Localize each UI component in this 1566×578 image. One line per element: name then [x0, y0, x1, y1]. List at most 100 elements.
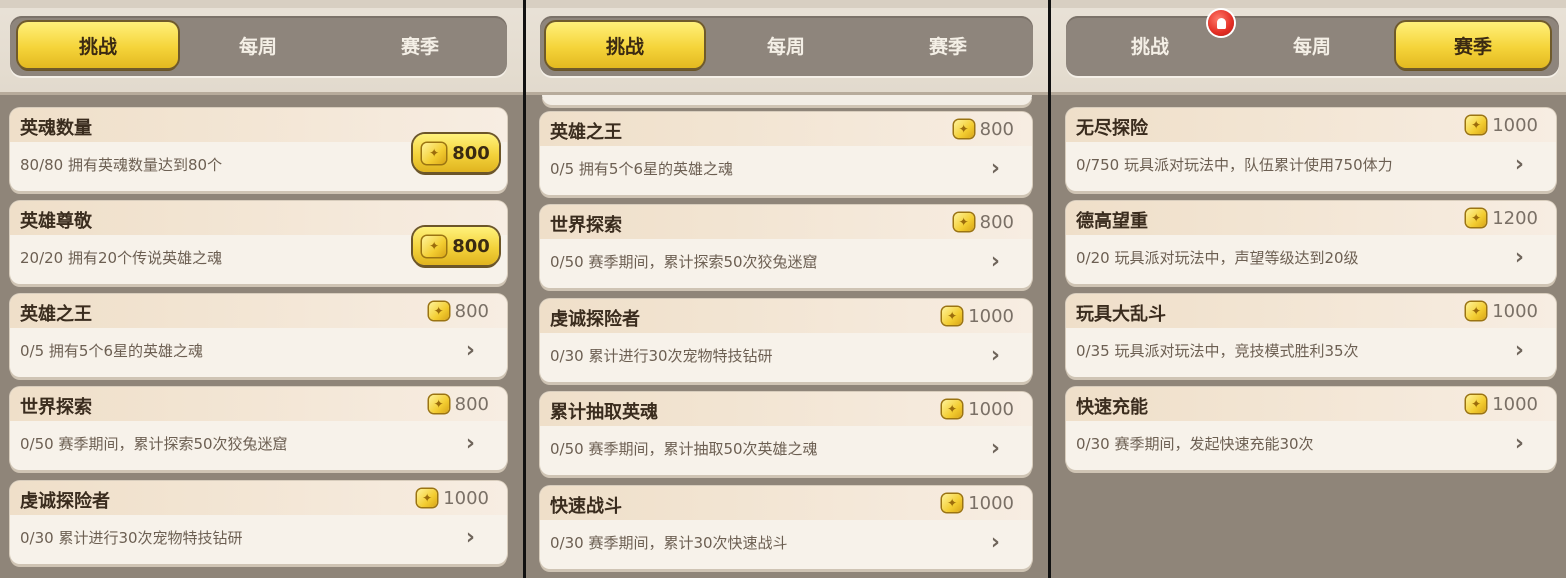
tab-bar: 挑战 每周 赛季 [540, 16, 1033, 76]
task-card: 英雄尊敬 20/20 拥有20个传说英雄之魂 ✦ 800 [10, 201, 507, 284]
task-progress: 0/35 玩具派对玩法中，竞技模式胜利35次 [1076, 342, 1359, 360]
task-title: 德高望重 [1076, 211, 1148, 232]
task-card[interactable]: 虔诚探险者 ✦ 1000 0/30 累计进行30次宠物特技钻研 › [10, 481, 507, 564]
task-title: 世界探索 [550, 215, 622, 236]
task-title: 累计抽取英魂 [550, 402, 658, 423]
bell-icon [1208, 10, 1234, 36]
task-card[interactable]: 无尽探险 ✦ 1000 0/750 玩具派对玩法中，队伍累计使用750体力 › [1066, 108, 1556, 191]
gold-gem-icon: ✦ [953, 120, 974, 138]
task-reward: ✦ 1000 [942, 304, 1014, 328]
reward-amount: 800 [454, 300, 489, 322]
task-title: 快速战斗 [550, 496, 622, 517]
task-title: 英雄之王 [550, 122, 622, 143]
reward-amount: 1000 [1492, 114, 1538, 136]
task-progress: 0/5 拥有5个6星的英雄之魂 [550, 160, 733, 178]
gold-gem-icon: ✦ [953, 213, 974, 231]
task-panel-3: 挑战 每周 赛季 无尽探险 ✦ 1000 0/750 玩具派对玩法中，队伍累计使… [1051, 0, 1566, 578]
reward-amount: 1000 [443, 487, 489, 509]
tab-challenge[interactable]: 挑战 [1070, 22, 1230, 68]
chevron-right-icon[interactable]: › [991, 251, 1000, 273]
chevron-right-icon[interactable]: › [1515, 433, 1524, 455]
tab-weekly[interactable]: 每周 [706, 22, 866, 68]
tab-challenge[interactable]: 挑战 [18, 22, 178, 68]
gold-gem-icon: ✦ [942, 400, 963, 418]
task-progress: 0/30 累计进行30次宠物特技钻研 [550, 347, 773, 365]
task-reward: ✦ 800 [428, 392, 489, 416]
task-panel-1: 挑战 每周 赛季 英魂数量 80/80 拥有英魂数量达到80个 ✦ 800 英雄… [0, 0, 523, 578]
task-list: 英雄之王 ✦ 800 0/5 拥有5个6星的英雄之魂 › 世界探索 ✦ 800 … [526, 95, 1048, 578]
chevron-right-icon[interactable]: › [466, 527, 475, 549]
task-card: 英魂数量 80/80 拥有英魂数量达到80个 ✦ 800 [10, 108, 507, 191]
task-title: 英雄尊敬 [20, 211, 92, 232]
task-progress: 0/50 赛季期间，累计探索50次狡兔迷窟 [20, 435, 288, 453]
gold-gem-icon: ✦ [422, 235, 447, 257]
tab-weekly[interactable]: 每周 [1232, 22, 1392, 68]
task-progress: 0/5 拥有5个6星的英雄之魂 [20, 342, 203, 360]
task-reward: ✦ 1000 [417, 486, 489, 510]
gold-gem-icon: ✦ [1466, 395, 1487, 413]
task-card[interactable]: 世界探索 ✦ 800 0/50 赛季期间，累计探索50次狡兔迷窟 › [540, 205, 1032, 288]
reward-amount: 1000 [1492, 300, 1538, 322]
claim-reward-button[interactable]: ✦ 800 [413, 227, 499, 265]
task-progress: 0/750 玩具派对玩法中，队伍累计使用750体力 [1076, 156, 1393, 174]
task-panel-2: 挑战 每周 赛季 英雄之王 ✦ 800 0/5 拥有5个6星的英雄之魂 › 世界… [526, 0, 1048, 578]
task-title: 英雄之王 [20, 304, 92, 325]
chevron-right-icon[interactable]: › [991, 158, 1000, 180]
task-card[interactable]: 英雄之王 ✦ 800 0/5 拥有5个6星的英雄之魂 › [540, 112, 1032, 195]
gold-gem-icon: ✦ [942, 494, 963, 512]
task-card[interactable]: 虔诚探险者 ✦ 1000 0/30 累计进行30次宠物特技钻研 › [540, 299, 1032, 382]
reward-amount: 800 [979, 118, 1014, 140]
task-list: 无尽探险 ✦ 1000 0/750 玩具派对玩法中，队伍累计使用750体力 › … [1051, 95, 1566, 578]
task-title: 世界探索 [20, 397, 92, 418]
task-reward: ✦ 1200 [1466, 206, 1538, 230]
task-card[interactable]: 英雄之王 ✦ 800 0/5 拥有5个6星的英雄之魂 › [10, 294, 507, 377]
reward-amount: 1000 [1492, 393, 1538, 415]
task-card-partial [542, 95, 1032, 105]
reward-amount: 1000 [968, 305, 1014, 327]
chevron-right-icon[interactable]: › [991, 345, 1000, 367]
task-title: 无尽探险 [1076, 118, 1148, 139]
tab-bar: 挑战 每周 赛季 [1066, 16, 1559, 76]
gold-gem-icon: ✦ [1466, 116, 1487, 134]
reward-amount: 800 [979, 211, 1014, 233]
task-card[interactable]: 玩具大乱斗 ✦ 1000 0/35 玩具派对玩法中，竞技模式胜利35次 › [1066, 294, 1556, 377]
reward-amount: 800 [452, 142, 490, 164]
task-title: 虔诚探险者 [20, 491, 110, 512]
task-progress: 80/80 拥有英魂数量达到80个 [20, 156, 223, 174]
chevron-right-icon[interactable]: › [466, 433, 475, 455]
task-card[interactable]: 快速战斗 ✦ 1000 0/30 赛季期间，累计30次快速战斗 › [540, 486, 1032, 569]
task-card[interactable]: 累计抽取英魂 ✦ 1000 0/50 赛季期间，累计抽取50次英雄之魂 › [540, 392, 1032, 475]
task-card[interactable]: 世界探索 ✦ 800 0/50 赛季期间，累计探索50次狡兔迷窟 › [10, 387, 507, 470]
claim-reward-button[interactable]: ✦ 800 [413, 134, 499, 172]
task-reward: ✦ 800 [953, 117, 1014, 141]
task-progress: 0/30 赛季期间，发起快速充能30次 [1076, 435, 1314, 453]
chevron-right-icon[interactable]: › [991, 438, 1000, 460]
tab-season[interactable]: 赛季 [868, 22, 1028, 68]
chevron-right-icon[interactable]: › [1515, 154, 1524, 176]
task-reward: ✦ 800 [953, 210, 1014, 234]
reward-amount: 800 [452, 235, 490, 257]
task-reward: ✦ 1000 [1466, 299, 1538, 323]
tab-season[interactable]: 赛季 [340, 22, 500, 68]
task-progress: 0/30 赛季期间，累计30次快速战斗 [550, 534, 788, 552]
task-progress: 0/50 赛季期间，累计抽取50次英雄之魂 [550, 440, 818, 458]
chevron-right-icon[interactable]: › [991, 532, 1000, 554]
task-card[interactable]: 德高望重 ✦ 1200 0/20 玩具派对玩法中，声望等级达到20级 › [1066, 201, 1556, 284]
task-card[interactable]: 快速充能 ✦ 1000 0/30 赛季期间，发起快速充能30次 › [1066, 387, 1556, 470]
task-reward: ✦ 1000 [1466, 113, 1538, 137]
task-progress: 0/20 玩具派对玩法中，声望等级达到20级 [1076, 249, 1359, 267]
tab-weekly[interactable]: 每周 [178, 22, 338, 68]
chevron-right-icon[interactable]: › [466, 340, 475, 362]
gold-gem-icon: ✦ [942, 307, 963, 325]
chevron-right-icon[interactable]: › [1515, 340, 1524, 362]
task-title: 虔诚探险者 [550, 309, 640, 330]
task-title: 玩具大乱斗 [1076, 304, 1166, 325]
tab-season[interactable]: 赛季 [1396, 22, 1550, 68]
task-title: 英魂数量 [20, 118, 92, 139]
gold-gem-icon: ✦ [417, 489, 438, 507]
gold-gem-icon: ✦ [1466, 209, 1487, 227]
task-reward: ✦ 1000 [1466, 392, 1538, 416]
chevron-right-icon[interactable]: › [1515, 247, 1524, 269]
tab-challenge[interactable]: 挑战 [546, 22, 704, 68]
gold-gem-icon: ✦ [428, 302, 449, 320]
